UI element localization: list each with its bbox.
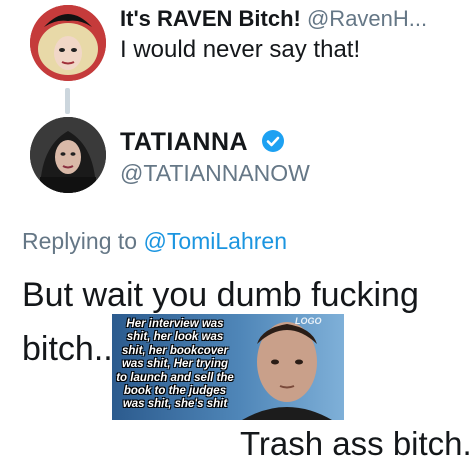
quoted-tweet-text: I would never say that!	[120, 36, 361, 63]
author-display-name[interactable]: TATIANNA	[120, 128, 247, 156]
avatar-tatianna-image	[30, 117, 106, 193]
quoted-tweet-header: It's RAVEN Bitch! @RavenH...	[120, 6, 427, 32]
replying-to-prefix: Replying to	[22, 228, 138, 254]
quoted-handle[interactable]: @RavenH...	[307, 6, 427, 31]
quoted-display-name[interactable]: It's RAVEN Bitch!	[120, 6, 301, 31]
tweet-body-line-1: But wait you dumb fucking	[22, 276, 419, 314]
thread-connector-line	[65, 88, 70, 114]
tweet-author: TATIANNA	[120, 128, 285, 157]
meme-caption-line: was shit, she's shit	[122, 398, 228, 411]
meme-caption-line: Her interview was	[126, 318, 224, 330]
meme-watermark-logo: LOGO	[295, 316, 322, 326]
meme-caption-line: book to the judges	[123, 385, 227, 398]
meme-footer-text: Trash ass bitch.	[240, 425, 472, 462]
avatar-tatianna[interactable]	[30, 117, 106, 193]
replying-to-line: Replying to @TomiLahren	[22, 228, 287, 255]
meme-caption-line: was shit, Her trying	[121, 358, 229, 371]
meme-caption-line: to launch and sell the	[116, 371, 234, 384]
verified-badge-icon	[261, 130, 284, 152]
avatar-raven[interactable]	[30, 5, 106, 81]
tweet-body-line-2: bitch..	[22, 330, 113, 368]
avatar-raven-image	[30, 5, 106, 81]
meme-caption-line: shit, her bookcover	[121, 344, 229, 357]
meme-caption: Her interview was shit, her look was shi…	[116, 318, 234, 412]
meme-caption-line: shit, her look was	[126, 331, 224, 344]
replying-to-mention[interactable]: @TomiLahren	[143, 228, 287, 254]
author-handle[interactable]: @TATIANNANOW	[120, 160, 310, 187]
